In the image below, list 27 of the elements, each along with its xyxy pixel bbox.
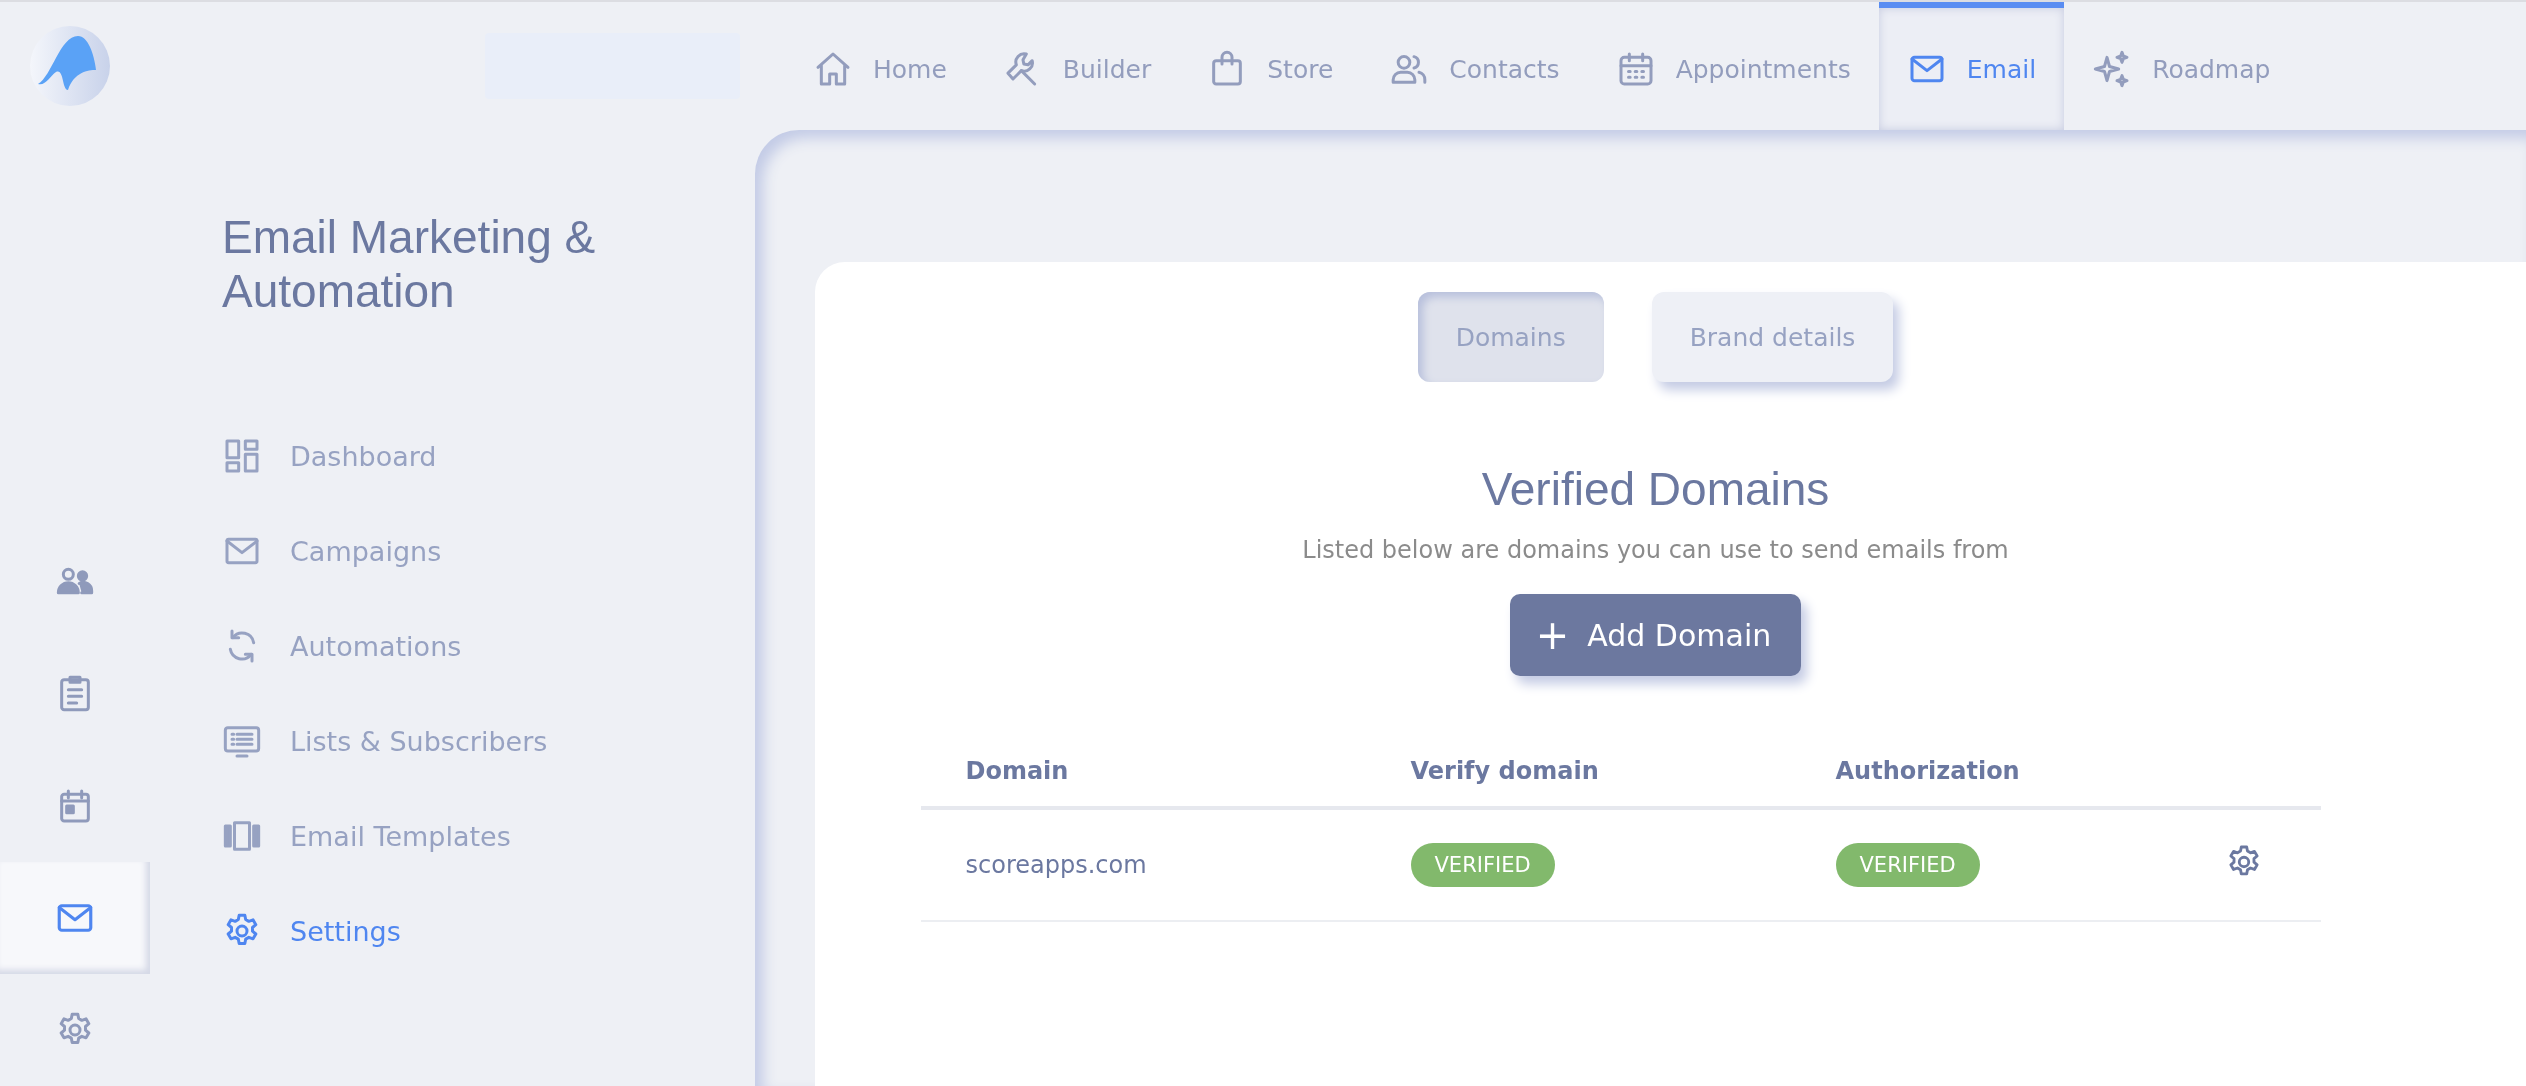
column-header: Domain xyxy=(920,746,1366,808)
table-cell: scoreapps.com xyxy=(920,808,1366,921)
sidebar-item[interactable]: Automations xyxy=(222,608,462,684)
nav-tab[interactable]: Builder xyxy=(974,2,1180,130)
tab[interactable]: Brand details xyxy=(1651,292,1894,382)
sidebar-item[interactable]: Lists & Subscribers xyxy=(222,703,548,779)
sidebar-item[interactable]: Settings xyxy=(222,893,401,969)
sidebar-item[interactable]: Campaigns xyxy=(222,513,442,589)
nav-tab[interactable]: Email xyxy=(1878,2,2065,130)
status-badge: VERIFIED xyxy=(1835,843,1980,887)
section-title: Email Marketing & Automation xyxy=(222,210,597,318)
tab[interactable]: Domains xyxy=(1417,292,1604,382)
nav-tab[interactable]: Contacts xyxy=(1361,2,1588,130)
nav-tab[interactable]: Store xyxy=(1179,2,1362,130)
rail-button[interactable] xyxy=(0,861,150,974)
sidebar-item[interactable]: Email Templates xyxy=(222,798,511,874)
logo-icon[interactable] xyxy=(30,26,110,106)
add-domain-button[interactable]: + Add Domain xyxy=(1509,594,1802,676)
page-heading: Verified Domains xyxy=(1481,462,1830,516)
nav-tab[interactable]: Home xyxy=(785,2,975,130)
nav-tab[interactable]: Appointments xyxy=(1587,2,1879,130)
column-header: Authorization xyxy=(1790,746,2180,808)
sidebar-item[interactable]: Dashboard xyxy=(222,418,437,494)
nav-tab[interactable]: Roadmap xyxy=(2064,2,2299,130)
page-subtitle: Listed below are domains you can use to send emails from xyxy=(1302,536,2009,564)
status-badge: VERIFIED xyxy=(1410,843,1555,887)
column-header: Verify domain xyxy=(1365,746,1791,808)
